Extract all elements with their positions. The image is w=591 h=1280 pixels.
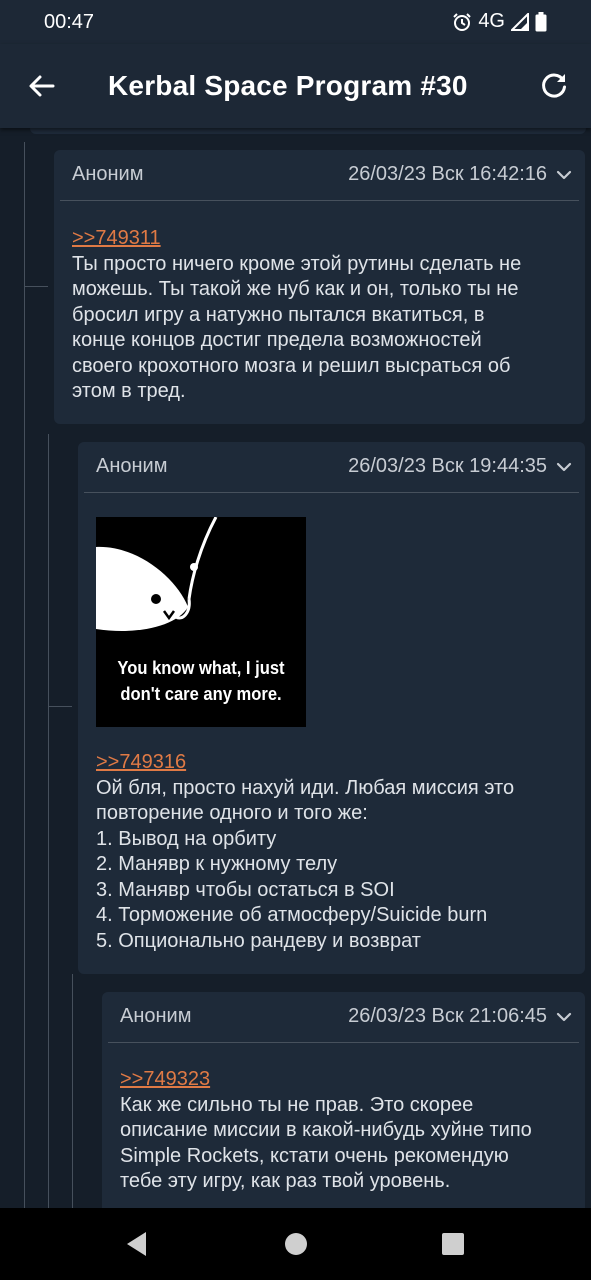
post-body: >>749323 Как же сильно ты не прав. Это с… [120,1067,571,1195]
chevron-down-icon[interactable] [555,166,573,184]
status-icons: 4G [452,10,547,33]
image-caption-line: don't care any more. [120,684,282,704]
previous-post-edge [30,128,586,134]
post-text-line: Simple Rockets, кстати очень рекомендую [120,1144,509,1167]
post-author: Аноним [120,1005,192,1027]
post-text-line: 4. Торможение об атмосферу/Suicide burn [96,904,488,926]
post-text-line: своего крохотного мозга и решил высратьс… [72,354,511,377]
post-date: 26/03/23 Вск 19:44:35 [348,455,547,477]
image-caption-line: You know what, I just [117,658,285,678]
header-divider [108,1042,579,1043]
post-text-line: Ой бля, просто нахуй иди. Любая миссия э… [96,776,515,799]
reply-link[interactable]: >>749311 [72,226,571,252]
post-header: Аноним 26/03/23 Вск 16:42:16 [54,150,585,200]
battery-icon [535,11,547,31]
thread-title: Kerbal Space Program #30 [108,70,468,101]
post-text-line: 2. Манявр к нужному телу [96,853,338,875]
home-circle-icon[interactable] [283,1230,309,1258]
status-time: 00:47 [44,11,95,33]
post-body: >>749316 Ой бля, просто нахуй иди. Любая… [96,750,571,954]
post-text-line: конце концов достиг предела возможностей [72,329,482,351]
status-bar: 00:47 4G [0,0,591,44]
back-triangle-icon[interactable] [124,1230,150,1258]
tree-line [72,974,73,1208]
signal-icon [511,12,529,31]
reply-link[interactable]: >>749323 [120,1067,571,1093]
header-divider [84,492,579,493]
recents-square-icon[interactable] [440,1230,466,1258]
post-text-line: этом в тред. [72,380,186,402]
post-image-thumbnail[interactable]: You know what, I just don't care any mor… [96,517,306,727]
refresh-icon[interactable] [539,71,569,101]
post-text-line: Ты просто ничего кроме этой рутины сдела… [72,252,522,275]
post-text-line: 3. Манявр чтобы остаться в SOI [96,878,395,901]
post-date: 26/03/23 Вск 21:06:45 [348,1005,547,1027]
chevron-down-icon[interactable] [555,1008,573,1026]
post-text-line: можешь. Ты такой же нуб как и он, только… [72,278,519,300]
reply-link[interactable]: >>749316 [96,750,571,776]
system-nav-bar [0,1208,591,1280]
fish-illustration [96,517,218,631]
network-label: 4G [478,10,505,32]
post-text-line: тебе эту игру, как раз твой уровень. [120,1170,451,1192]
post-text-line: 5. Опционально рандеву и возврат [96,929,421,952]
post-body: >>749311 Ты просто ничего кроме этой рут… [72,226,571,405]
post-text-line: повторение одного и того же: [96,802,368,824]
image-caption: You know what, I just don't care any mor… [104,655,297,707]
tree-line [24,142,25,1208]
post-date: 26/03/23 Вск 16:42:16 [348,163,547,185]
tree-branch [24,286,48,287]
tree-branch [48,706,72,707]
post-author: Аноним [96,455,168,477]
app-bar: Kerbal Space Program #30 [0,44,591,128]
post-header: Аноним 26/03/23 Вск 19:44:35 [78,442,585,492]
chevron-down-icon[interactable] [555,458,573,476]
arrow-left-icon[interactable] [26,70,58,102]
tree-line [48,434,49,1208]
alarm-icon [453,12,472,31]
post-card: Аноним 26/03/23 Вск 19:44:35 You know wh… [78,442,585,974]
post-card: Аноним 26/03/23 Вск 16:42:16 >>749311 Ты… [54,150,585,424]
thread-content[interactable]: Аноним 26/03/23 Вск 16:42:16 >>749311 Ты… [0,128,591,1208]
post-header: Аноним 26/03/23 Вск 21:06:45 [102,992,585,1042]
post-text-line: 1. Вывод на орбиту [96,827,277,850]
post-author: Аноним [72,163,144,185]
post-card: Аноним 26/03/23 Вск 21:06:45 >>749323 Ка… [102,992,585,1208]
header-divider [60,200,579,201]
post-text-line: описание миссии в какой-нибудь хуйне тип… [120,1119,532,1141]
post-text-line: бросил игру а натужно пытался вкатиться,… [72,303,485,326]
post-text-line: Как же сильно ты не прав. Это скорее [120,1093,474,1116]
